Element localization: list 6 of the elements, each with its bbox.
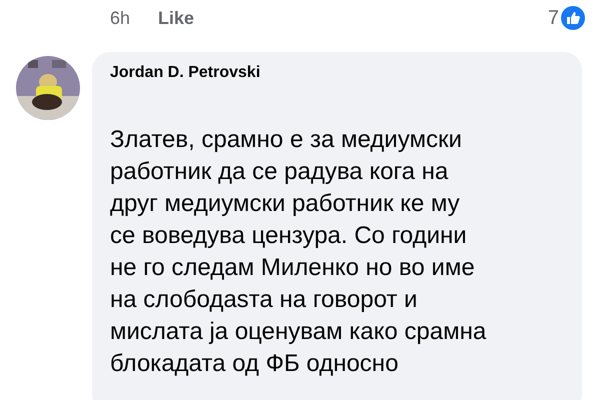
comment-text: Златев, срамно е за медиумски работник да се радува кога на друг медиумски работник ке му се воведува цензура. Со години не го следам Миленко но во име на слободаѕта на говорот и мислата ја оценувам како срамна блокадата од ФБ односно bbox=[110, 125, 488, 379]
reaction-count: 7 bbox=[548, 6, 559, 30]
author-name[interactable]: Jordan D. Petrovski bbox=[110, 64, 260, 82]
comment-time: 6h bbox=[110, 8, 130, 28]
thumbs-up-icon bbox=[561, 6, 585, 30]
like-link[interactable]: Like bbox=[158, 8, 194, 28]
